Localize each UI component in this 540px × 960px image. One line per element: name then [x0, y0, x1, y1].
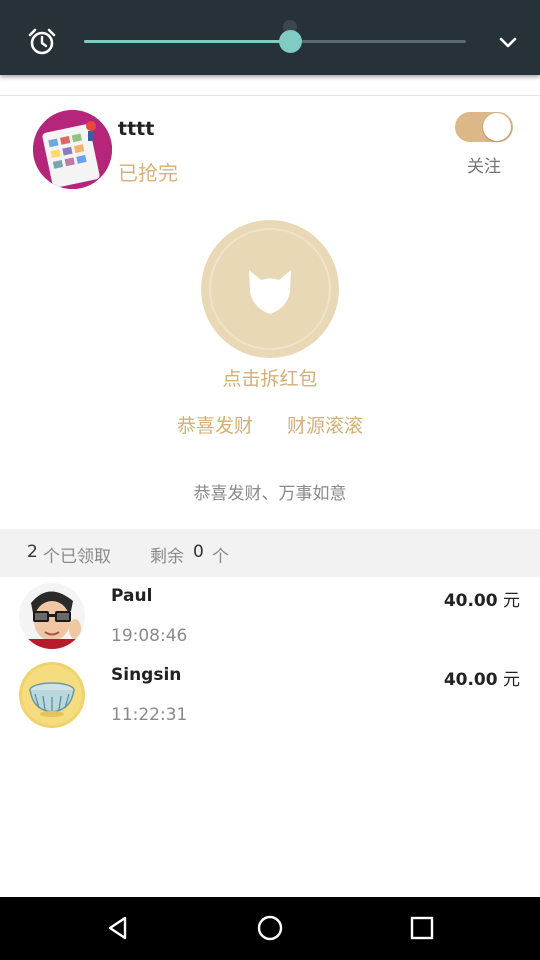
list-item[interactable]: Singsin 40.00 元 11:22:31 [0, 662, 540, 740]
amount-value: 40.00 [443, 591, 498, 611]
avatar-image-singsin [19, 662, 85, 728]
record-amount: 40.00 元 [444, 665, 520, 690]
brightness-slider-thumb[interactable] [278, 30, 302, 53]
brightness-slider[interactable] [84, 20, 466, 53]
list-item[interactable]: Paul 40.00 元 19:08:46 [0, 583, 540, 661]
remaining-unit: 个 [212, 547, 229, 567]
avatar [19, 662, 85, 728]
chevron-down-icon[interactable] [498, 32, 518, 52]
blessing-text: 财源滚滚 [287, 415, 364, 437]
record-time: 11:22:31 [111, 705, 188, 725]
record-time: 19:08:46 [111, 626, 188, 646]
follow-toggle-knob [483, 113, 511, 141]
remaining-label: 剩余 [150, 547, 184, 567]
red-packet-screen: tttt 已抢完 关注 点击拆红包 恭喜发财 财源滚滚 恭喜发财、万事如意 2 … [0, 0, 540, 960]
amount-value: 40.00 [443, 670, 498, 690]
cat-face-icon [249, 270, 291, 314]
packet-status: 已抢完 [118, 161, 178, 185]
brightness-slider-fill [84, 40, 291, 43]
back-triangle-icon[interactable] [104, 914, 132, 942]
record-name: Paul [111, 586, 153, 606]
remaining-count: 0 [193, 542, 204, 562]
recents-square-icon[interactable] [408, 914, 436, 942]
record-name: Singsin [111, 665, 182, 685]
sender-avatar[interactable] [33, 110, 112, 189]
blessing-text: 恭喜发财 [176, 415, 253, 437]
open-packet-button[interactable] [201, 220, 339, 358]
follow-toggle[interactable] [455, 112, 513, 142]
amount-unit: 元 [503, 591, 520, 611]
packet-message: 恭喜发财、万事如意 [193, 484, 347, 504]
claimed-label: 个已领取 [43, 547, 111, 567]
follow-label: 关注 [467, 157, 501, 177]
home-circle-icon[interactable] [256, 914, 284, 942]
sender-name: tttt [118, 118, 155, 140]
divider [0, 95, 540, 96]
avatar [19, 583, 85, 649]
claim-summary-bar: 2 个已领取 剩余 0 个 [0, 529, 540, 577]
avatar-image-paul [19, 583, 85, 649]
claimed-count: 2 [27, 542, 38, 562]
quick-settings-bar [0, 0, 540, 75]
record-amount: 40.00 元 [444, 586, 520, 611]
blessing-row: 恭喜发财 财源滚滚 [0, 411, 540, 438]
sender-avatar-image [33, 110, 112, 189]
system-nav-bar [0, 897, 540, 960]
amount-unit: 元 [503, 670, 520, 690]
alarm-clock-icon[interactable] [26, 26, 58, 58]
open-packet-label: 点击拆红包 [222, 368, 318, 390]
